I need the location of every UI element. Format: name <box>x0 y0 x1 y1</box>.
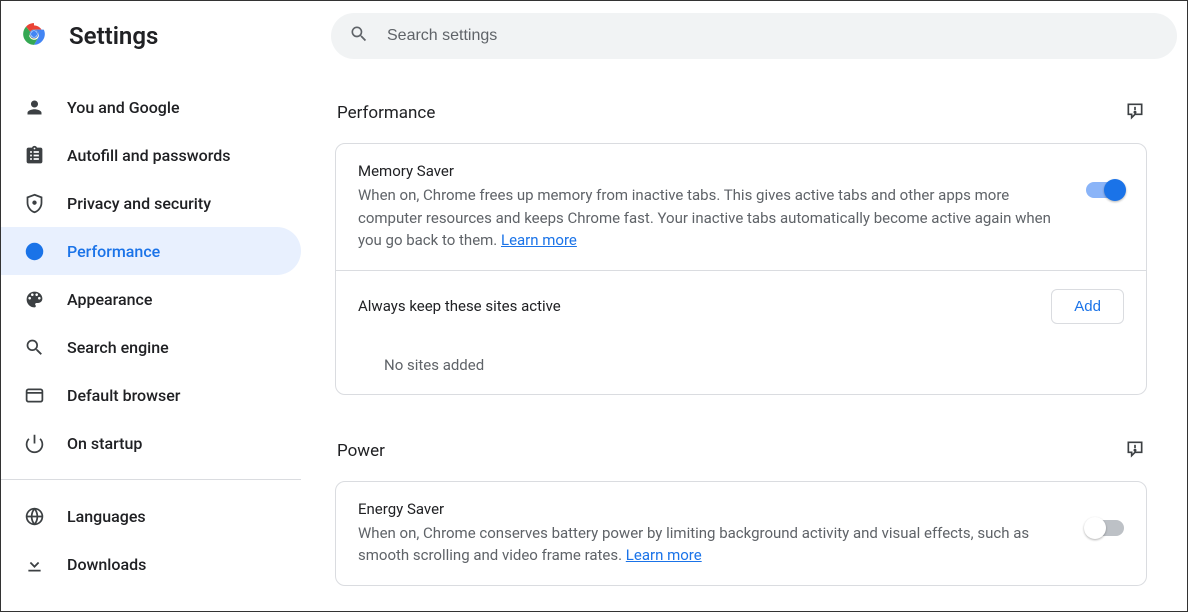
speedometer-icon <box>23 240 45 262</box>
download-icon <box>23 553 45 575</box>
section-title: Performance <box>337 103 435 123</box>
energy-saver-card: Energy Saver When on, Chrome conserves b… <box>335 481 1147 586</box>
sidebar-item-label: Search engine <box>67 338 169 357</box>
section-header-performance: Performance <box>335 91 1147 143</box>
app-title: Settings <box>69 22 158 50</box>
palette-icon <box>23 288 45 310</box>
search-icon <box>23 336 45 358</box>
main-content: Performance Memory Saver When on, Chrome… <box>301 71 1157 611</box>
shield-icon <box>23 192 45 214</box>
search-bar[interactable] <box>331 13 1177 59</box>
add-site-button[interactable]: Add <box>1051 289 1124 324</box>
keep-active-row: Always keep these sites active Add <box>336 270 1146 342</box>
sidebar: You and Google Autofill and passwords Pr… <box>1 71 301 611</box>
sidebar-item-label: Privacy and security <box>67 194 211 213</box>
sidebar-item-label: Languages <box>67 507 146 526</box>
memory-saver-desc: When on, Chrome frees up memory from ina… <box>358 184 1062 252</box>
energy-saver-row: Energy Saver When on, Chrome conserves b… <box>336 482 1146 585</box>
sidebar-item-you-and-google[interactable]: You and Google <box>1 83 301 131</box>
sidebar-item-performance[interactable]: Performance <box>1 227 301 275</box>
sidebar-divider <box>1 479 301 480</box>
sidebar-item-search-engine[interactable]: Search engine <box>1 323 301 371</box>
search-icon <box>349 24 369 48</box>
energy-saver-toggle[interactable] <box>1086 520 1124 536</box>
person-icon <box>23 96 45 118</box>
section-header-power: Power <box>335 429 1147 481</box>
memory-saver-learn-more-link[interactable]: Learn more <box>501 231 577 249</box>
memory-saver-row: Memory Saver When on, Chrome frees up me… <box>336 144 1146 270</box>
globe-icon <box>23 505 45 527</box>
sidebar-item-label: You and Google <box>67 98 180 117</box>
sidebar-item-label: Default browser <box>67 386 180 405</box>
sidebar-item-appearance[interactable]: Appearance <box>1 275 301 323</box>
sidebar-item-label: Autofill and passwords <box>67 146 230 165</box>
sidebar-item-privacy[interactable]: Privacy and security <box>1 179 301 227</box>
memory-saver-title: Memory Saver <box>358 162 1062 180</box>
sidebar-item-label: Performance <box>67 242 160 261</box>
logo-area: Settings <box>11 21 331 51</box>
sidebar-item-default-browser[interactable]: Default browser <box>1 371 301 419</box>
feedback-icon[interactable] <box>1125 101 1145 125</box>
sidebar-item-on-startup[interactable]: On startup <box>1 419 301 467</box>
sidebar-item-languages[interactable]: Languages <box>1 492 301 540</box>
sidebar-item-downloads[interactable]: Downloads <box>1 540 301 588</box>
memory-saver-card: Memory Saver When on, Chrome frees up me… <box>335 143 1147 395</box>
topbar: Settings <box>1 1 1187 71</box>
energy-saver-learn-more-link[interactable]: Learn more <box>626 546 702 564</box>
search-input[interactable] <box>387 27 1159 45</box>
feedback-icon[interactable] <box>1125 439 1145 463</box>
chrome-logo-icon <box>21 21 47 51</box>
toggle-knob <box>1084 517 1106 539</box>
clipboard-icon <box>23 144 45 166</box>
keep-active-title: Always keep these sites active <box>358 297 561 315</box>
memory-saver-toggle[interactable] <box>1086 182 1124 198</box>
section-title: Power <box>337 441 385 461</box>
sidebar-item-autofill[interactable]: Autofill and passwords <box>1 131 301 179</box>
power-icon <box>23 432 45 454</box>
browser-icon <box>23 384 45 406</box>
sidebar-item-label: Downloads <box>67 555 146 574</box>
toggle-knob <box>1104 179 1126 201</box>
no-sites-text: No sites added <box>336 342 1146 394</box>
sidebar-item-label: On startup <box>67 434 142 453</box>
energy-saver-title: Energy Saver <box>358 500 1062 518</box>
energy-saver-desc: When on, Chrome conserves battery power … <box>358 522 1062 567</box>
sidebar-item-label: Appearance <box>67 290 152 309</box>
